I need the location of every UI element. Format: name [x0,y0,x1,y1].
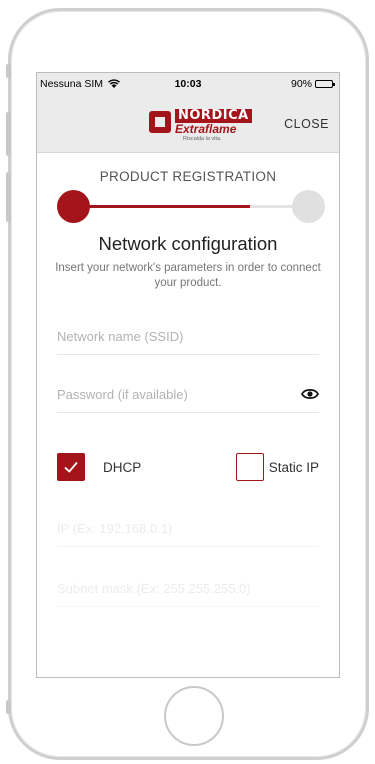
ssid-field [57,321,319,355]
instructions-text: Insert your network's parameters in orde… [55,262,321,289]
checkmark-icon [64,461,78,473]
home-button[interactable] [164,686,224,746]
step-progress [57,190,325,224]
battery-icon [315,80,335,88]
dhcp-checkbox[interactable] [57,453,85,481]
logo-brand-top: NORDICA [175,109,252,123]
registration-title: PRODUCT REGISTRATION [99,169,277,184]
brand-logo: NORDICA Extraflame Riscalda la vita. [149,109,252,143]
section-title: Network configuration [98,233,278,254]
main-content: PRODUCT REGISTRATION Network configurati… [37,153,339,677]
step-start-dot [57,190,90,223]
static-ip-label[interactable]: Static IP [269,460,319,475]
navigation-bar: NORDICA Extraflame Riscalda la vita. CLO… [37,95,339,153]
step-end-dot [292,190,325,223]
eye-icon[interactable] [301,387,319,401]
ip-mode-options: DHCP Static IP [57,453,319,485]
ssid-input[interactable] [57,321,319,351]
logo-brand-bottom: Extraflame [175,122,237,136]
password-input[interactable] [57,379,288,409]
status-bar: Nessuna SIM 10:03 90% [37,73,339,95]
close-button[interactable]: CLOSE [284,117,329,131]
progress-fill [73,205,250,208]
dhcp-label[interactable]: DHCP [103,460,141,475]
subnet-field [57,573,319,607]
volume-down-button [6,172,11,222]
logo-mark-icon [149,111,171,133]
side-button [6,700,11,714]
subnet-input [57,573,319,603]
ip-field [57,513,319,547]
password-field [57,379,319,413]
volume-up-button [6,112,11,156]
app-screen: Nessuna SIM 10:03 90% NORDICA Extraflame… [36,72,340,678]
logo-tagline: Riscalda la vita. [183,136,222,142]
static-ip-checkbox[interactable] [236,453,264,481]
battery-percent: 90% [290,78,312,90]
battery-indicator: 90% [290,78,335,90]
ip-input [57,513,319,543]
mute-switch [6,64,11,78]
